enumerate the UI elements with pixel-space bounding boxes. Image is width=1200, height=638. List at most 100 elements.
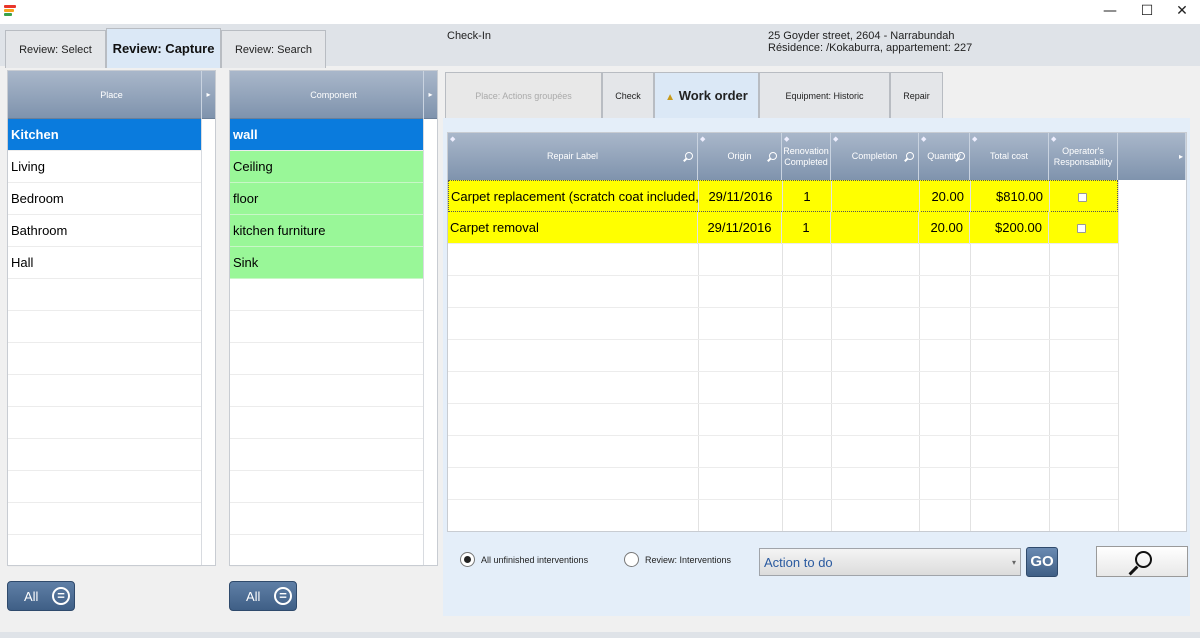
close-button[interactable]: ✕ [1162, 0, 1200, 24]
component-all-label: All [246, 589, 261, 604]
col-completion[interactable]: ◆ Completion [831, 133, 919, 180]
col-divider [1118, 180, 1119, 531]
place-item-hall[interactable]: Hall [8, 247, 201, 279]
chevron-right-icon: ▸ [1178, 152, 1183, 161]
tab-review-search[interactable]: Review: Search [221, 30, 326, 68]
col-origin-text: Origin [727, 151, 752, 161]
table-row [448, 468, 1118, 500]
work-order-icon: ▲ [665, 92, 676, 103]
search-icon[interactable] [769, 152, 777, 160]
place-item-kitchen[interactable]: Kitchen [8, 119, 201, 151]
col-total-cost[interactable]: ◆ Total cost [970, 133, 1049, 180]
cell-origin: 29/11/2016 [699, 181, 783, 213]
tab-equipment-historic[interactable]: Equipment: Historic [759, 72, 890, 118]
action-select[interactable]: Action to do ▾ [759, 548, 1021, 576]
search-icon[interactable] [957, 152, 965, 160]
sort-icon: ◆ [700, 136, 706, 143]
table-row[interactable]: Carpet replacement (scratch coat include… [448, 180, 1118, 213]
empty-row [230, 439, 423, 471]
sort-icon: ◆ [784, 136, 790, 143]
component-list-header[interactable]: Component ▸ [230, 71, 437, 119]
radio-review-interventions[interactable] [624, 552, 639, 567]
tab-place-actions[interactable]: Place: Actions groupées [445, 72, 602, 118]
search-icon[interactable] [685, 152, 693, 160]
equals-icon: = [274, 587, 292, 605]
col-repair-label[interactable]: ◆ Repair Label [448, 133, 698, 180]
grid-header-scroll[interactable]: ▸ [1118, 133, 1186, 180]
radio-all-unfinished[interactable] [460, 552, 475, 567]
place-list-header[interactable]: Place ▸ [8, 71, 215, 119]
component-item-sink[interactable]: Sink [230, 247, 423, 279]
col-quantity[interactable]: ◆ Quantity [919, 133, 970, 180]
operator-resp-checkbox[interactable] [1078, 193, 1087, 202]
empty-row [8, 535, 201, 567]
address-line-1: 25 Goyder street, 2604 - Narrabundah [768, 30, 955, 42]
col-completion-text: Completion [851, 151, 898, 161]
table-row [448, 404, 1118, 436]
col-total-cost-text: Total cost [989, 151, 1029, 161]
place-item-living[interactable]: Living [8, 151, 201, 183]
search-button[interactable] [1096, 546, 1188, 577]
search-icon[interactable] [906, 152, 914, 160]
table-row [448, 276, 1118, 308]
place-scrollbar[interactable] [201, 119, 215, 565]
cell-repair-label: Carpet removal [450, 212, 698, 244]
cell-completion [832, 181, 920, 213]
component-list: Component ▸ wall Ceiling floor kitchen f… [229, 70, 438, 567]
table-row [448, 436, 1118, 468]
chevron-right-icon[interactable]: ▸ [423, 71, 437, 119]
empty-row [8, 375, 201, 407]
sort-icon: ◆ [972, 136, 978, 143]
place-item-bathroom[interactable]: Bathroom [8, 215, 201, 247]
repair-grid: ◆ Repair Label ◆ Origin ◆ Renovation Com… [447, 132, 1187, 532]
radio-review-interventions-label: Review: Interventions [645, 555, 732, 565]
table-row [448, 244, 1118, 276]
mode-label: Check-In [447, 30, 492, 42]
col-origin[interactable]: ◆ Origin [698, 133, 782, 180]
tab-review-select[interactable]: Review: Select [5, 30, 106, 68]
table-row [448, 308, 1118, 340]
col-renovation[interactable]: ◆ Renovation Completed [782, 133, 831, 180]
empty-row [8, 343, 201, 375]
component-item-wall[interactable]: wall [230, 119, 423, 151]
tab-check[interactable]: Check [602, 72, 654, 118]
minimize-button[interactable]: — [1090, 0, 1130, 24]
operator-resp-checkbox[interactable] [1077, 224, 1086, 233]
empty-row [8, 439, 201, 471]
search-icon [1135, 551, 1152, 568]
component-item-ceiling[interactable]: Ceiling [230, 151, 423, 183]
col-operator-resp-text: Operator's Responsability [1053, 145, 1113, 167]
component-all-button[interactable]: All = [229, 581, 297, 611]
tab-review-capture[interactable]: Review: Capture [106, 28, 221, 68]
component-header-label: Component [310, 90, 357, 100]
sort-icon: ◆ [921, 136, 927, 143]
tab-work-order-label: Work order [678, 88, 748, 103]
empty-row [230, 375, 423, 407]
place-item-bedroom[interactable]: Bedroom [8, 183, 201, 215]
table-row[interactable]: Carpet removal 29/11/2016 1 20.00 $200.0… [448, 212, 1118, 244]
cell-renovation: 1 [783, 181, 832, 213]
app-logo-icon [4, 5, 18, 19]
cell-total-cost: $810.00 [971, 181, 1050, 213]
place-all-label: All [24, 589, 39, 604]
empty-row [8, 279, 201, 311]
empty-row [8, 311, 201, 343]
maximize-button[interactable]: ☐ [1127, 0, 1167, 24]
table-row [448, 372, 1118, 404]
place-all-button[interactable]: All = [7, 581, 75, 611]
col-operator-resp[interactable]: ◆ Operator's Responsability [1049, 133, 1118, 180]
empty-row [230, 471, 423, 503]
go-button[interactable]: GO [1026, 547, 1058, 577]
place-list: Place ▸ Kitchen Living Bedroom Bathroom … [7, 70, 216, 567]
cell-renovation: 1 [782, 212, 831, 244]
component-item-floor[interactable]: floor [230, 183, 423, 215]
tab-work-order[interactable]: ▲ Work order [654, 72, 759, 118]
sort-icon: ◆ [450, 136, 456, 143]
chevron-right-icon[interactable]: ▸ [201, 71, 215, 119]
tab-repair[interactable]: Repair [890, 72, 943, 118]
title-bar: — ☐ ✕ [0, 0, 1200, 24]
component-item-kitchen-furniture[interactable]: kitchen furniture [230, 215, 423, 247]
sort-icon: ◆ [1051, 136, 1057, 143]
component-scrollbar[interactable] [423, 119, 437, 565]
empty-row [230, 279, 423, 311]
